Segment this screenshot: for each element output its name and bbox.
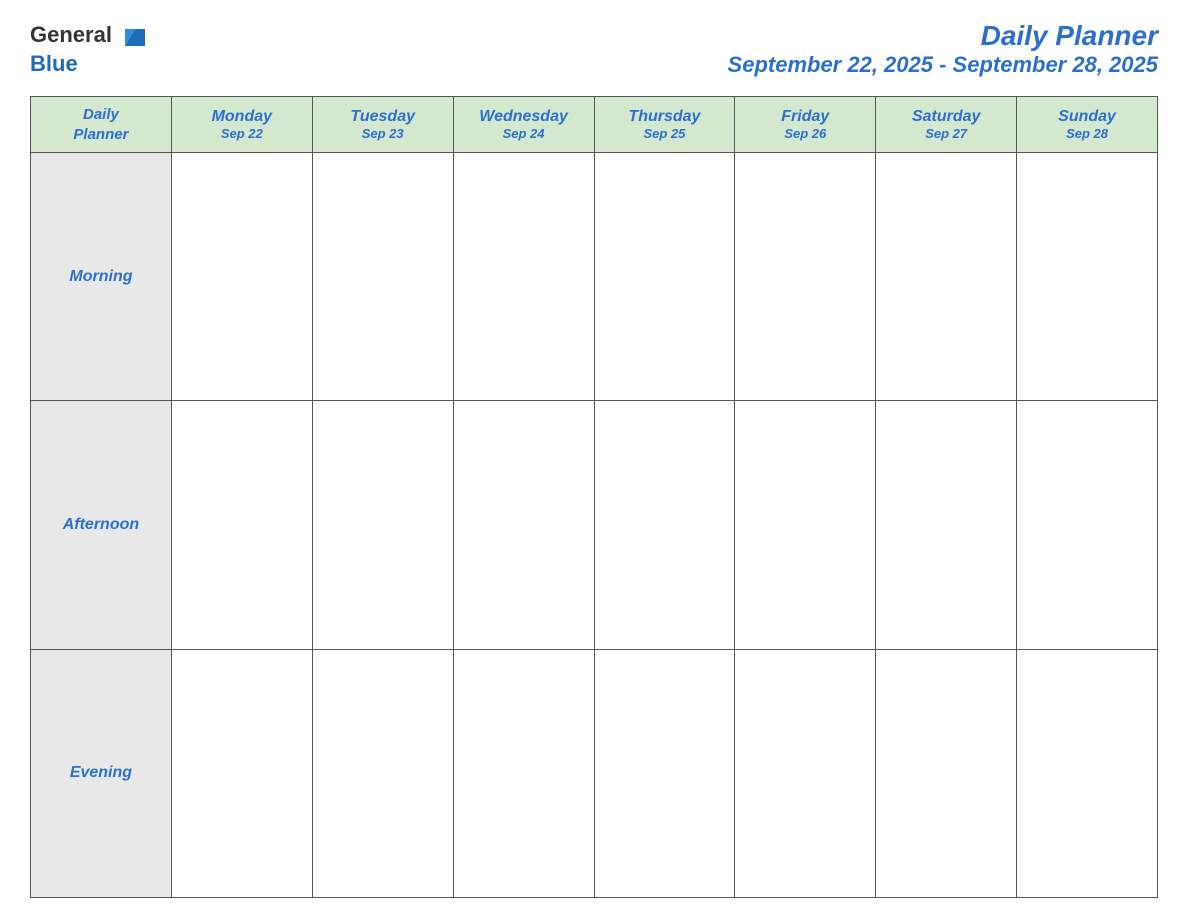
cell-morning-tuesday[interactable] [312,153,453,401]
col-header-friday: Friday Sep 26 [735,97,876,153]
logo-general: General [30,22,112,47]
cell-afternoon-monday[interactable] [171,401,312,649]
cell-evening-monday[interactable] [171,649,312,897]
day-date-monday: Sep 22 [176,126,308,141]
logo-icon [120,21,150,51]
logo: General Blue [30,21,152,76]
cell-morning-thursday[interactable] [594,153,735,401]
col-header-thursday: Thursday Sep 25 [594,97,735,153]
title-block: Daily Planner September 22, 2025 - Septe… [728,20,1158,78]
day-name-monday: Monday [176,108,308,126]
cell-afternoon-saturday[interactable] [876,401,1017,649]
day-date-saturday: Sep 27 [880,126,1012,141]
cell-evening-saturday[interactable] [876,649,1017,897]
cell-morning-wednesday[interactable] [453,153,594,401]
day-name-sunday: Sunday [1021,108,1153,126]
day-name-thursday: Thursday [599,108,731,126]
label-evening: Evening [31,649,172,897]
col-header-wednesday: Wednesday Sep 24 [453,97,594,153]
col-header-tuesday: Tuesday Sep 23 [312,97,453,153]
row-afternoon: Afternoon [31,401,1158,649]
day-date-sunday: Sep 28 [1021,126,1153,141]
cell-morning-saturday[interactable] [876,153,1017,401]
cell-afternoon-wednesday[interactable] [453,401,594,649]
day-name-tuesday: Tuesday [317,108,449,126]
cell-evening-thursday[interactable] [594,649,735,897]
cell-evening-wednesday[interactable] [453,649,594,897]
day-name-saturday: Saturday [880,108,1012,126]
label-morning: Morning [31,153,172,401]
cell-afternoon-friday[interactable] [735,401,876,649]
cell-morning-friday[interactable] [735,153,876,401]
col-header-saturday: Saturday Sep 27 [876,97,1017,153]
logo-blue: Blue [30,51,78,76]
day-name-friday: Friday [739,108,871,126]
day-name-wednesday: Wednesday [458,108,590,126]
cell-afternoon-tuesday[interactable] [312,401,453,649]
cell-morning-monday[interactable] [171,153,312,401]
day-date-thursday: Sep 25 [599,126,731,141]
table-header-label: DailyPlanner [31,97,172,153]
day-date-friday: Sep 26 [739,126,871,141]
day-date-wednesday: Sep 24 [458,126,590,141]
cell-afternoon-thursday[interactable] [594,401,735,649]
day-date-tuesday: Sep 23 [317,126,449,141]
page-title: Daily Planner [728,20,1158,52]
cell-evening-friday[interactable] [735,649,876,897]
cell-evening-tuesday[interactable] [312,649,453,897]
page-subtitle: September 22, 2025 - September 28, 2025 [728,52,1158,78]
cell-afternoon-sunday[interactable] [1017,401,1158,649]
label-afternoon: Afternoon [31,401,172,649]
col-header-sunday: Sunday Sep 28 [1017,97,1158,153]
row-morning: Morning [31,153,1158,401]
planner-table: DailyPlanner Monday Sep 22 Tuesday Sep 2… [30,96,1158,898]
col-header-monday: Monday Sep 22 [171,97,312,153]
header: General Blue Daily Planner September 22,… [30,20,1158,78]
cell-evening-sunday[interactable] [1017,649,1158,897]
page: General Blue Daily Planner September 22,… [0,0,1188,918]
row-evening: Evening [31,649,1158,897]
cell-morning-sunday[interactable] [1017,153,1158,401]
